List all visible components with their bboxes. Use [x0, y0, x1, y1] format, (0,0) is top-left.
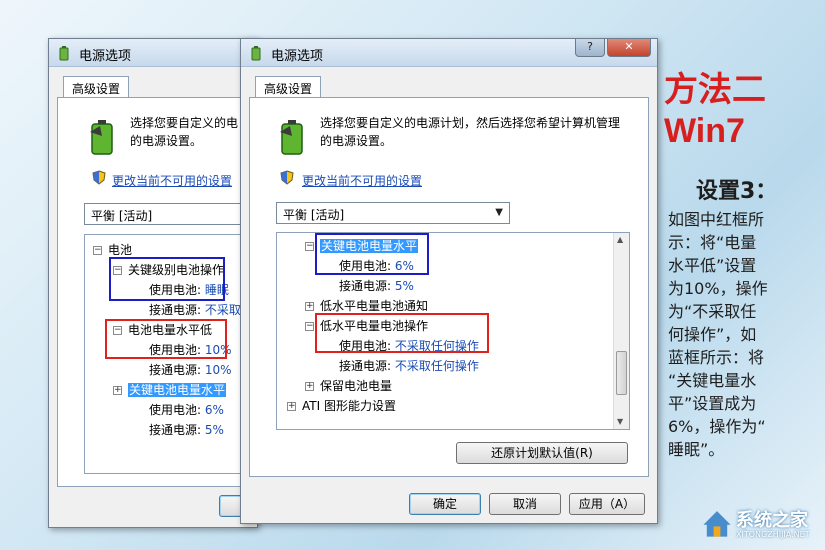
- instruction-line: 如图中红框所: [668, 210, 765, 229]
- tree-setting-plugged-in[interactable]: 接通电源: 5%: [339, 277, 414, 295]
- close-button[interactable]: ✕: [607, 39, 651, 57]
- tree-label: 电池: [108, 243, 133, 257]
- instruction-line: 平”设置成为: [668, 394, 757, 413]
- instruction-line: 何操作”，如: [668, 325, 757, 344]
- collapse-icon[interactable]: −: [93, 246, 102, 255]
- instruction-line: 示：将“电量: [668, 233, 757, 252]
- tree-setting-plugged-in[interactable]: 接通电源: 不采取: [149, 301, 241, 319]
- red-highlight-box: [315, 313, 489, 353]
- expand-icon[interactable]: +: [287, 402, 296, 411]
- front-tab-panel: 选择您要自定义的电源计划，然后选择您希望计算机管理 的电源设置。 更改当前不可用…: [249, 97, 649, 477]
- instruction-line: 为10%，操作: [668, 279, 768, 298]
- back-change-settings-link[interactable]: 更改当前不可用的设置: [112, 172, 232, 189]
- dropdown-arrow-icon[interactable]: ▼: [495, 207, 503, 218]
- expand-icon[interactable]: +: [305, 382, 314, 391]
- setting-label: 接通电源:: [149, 363, 202, 377]
- front-plan-select[interactable]: 平衡 [活动] ▼: [276, 202, 510, 224]
- step-title: 设置3：: [696, 179, 778, 204]
- tree-label: 保留电池电量: [320, 379, 393, 393]
- tree-setting-plugged-in[interactable]: 接通电源: 10%: [149, 361, 232, 379]
- setting-value[interactable]: 10%: [205, 363, 232, 377]
- tree-item-ati[interactable]: + ATI 图形能力设置: [287, 397, 396, 415]
- blue-highlight-box: [109, 257, 225, 301]
- tree-setting-plugged-in[interactable]: 接通电源: 5%: [149, 421, 224, 439]
- setting-value[interactable]: 不采取任何操作: [395, 359, 479, 373]
- setting-label: 接通电源:: [149, 423, 202, 437]
- restore-defaults-button[interactable]: 还原计划默认值(R): [456, 442, 628, 464]
- tree-label: ATI 图形能力设置: [302, 399, 396, 413]
- help-button[interactable]: ?: [575, 39, 605, 57]
- battery-icon: [280, 120, 303, 155]
- setting-value[interactable]: 5%: [205, 423, 224, 437]
- back-window-titlebar[interactable]: 电源选项: [49, 39, 257, 67]
- battery-plug-icon: [251, 46, 261, 61]
- setting-label: 使用电池:: [149, 403, 202, 417]
- front-tab-advanced[interactable]: 高级设置: [255, 76, 322, 98]
- blue-highlight-box: [315, 233, 429, 275]
- watermark-subtext: XITONGZHIJIA.NET: [736, 530, 810, 539]
- tree-setting-on-battery[interactable]: 使用电池: 6%: [149, 401, 224, 419]
- setting-label: 接通电源:: [339, 279, 392, 293]
- heading-win7: Win7: [664, 112, 745, 150]
- house-logo-icon: [703, 511, 731, 537]
- front-window-titlebar[interactable]: 电源选项 ? ✕: [241, 39, 657, 67]
- instruction-line: 为“不采取任: [668, 302, 757, 321]
- setting-value[interactable]: 5%: [395, 279, 414, 293]
- setting-value[interactable]: 6%: [205, 403, 224, 417]
- tree-vertical-scrollbar[interactable]: ▲ ▼: [613, 233, 629, 429]
- back-settings-tree[interactable]: − 电池 − 关键级别电池操作 使用电池: 睡眠 接通电源: 不采取 − 电池电量水平…: [84, 234, 264, 474]
- tree-label-selected: 关键电池电量水平: [128, 383, 227, 397]
- instruction-line: 水平低”设置: [668, 256, 757, 275]
- back-tab-advanced[interactable]: 高级设置: [63, 76, 130, 98]
- red-highlight-box: [105, 319, 227, 359]
- watermark-text: 系统之家: [736, 510, 808, 531]
- instruction-line: 蓝框所示：将: [668, 348, 765, 367]
- tree-item-critical-level[interactable]: + 关键电池电量水平: [113, 381, 227, 399]
- back-plan-select-value: 平衡 [活动]: [91, 209, 153, 223]
- expand-icon[interactable]: +: [305, 302, 314, 311]
- front-change-settings-link[interactable]: 更改当前不可用的设置: [302, 172, 422, 189]
- collapse-icon[interactable]: −: [305, 322, 314, 331]
- front-description-line1: 选择您要自定义的电源计划，然后选择您希望计算机管理: [320, 116, 621, 130]
- back-window-title: 电源选项: [79, 49, 132, 64]
- scroll-down-icon[interactable]: ▼: [617, 417, 623, 426]
- expand-icon[interactable]: +: [113, 386, 122, 395]
- back-description-line1: 选择您要自定义的电: [130, 116, 239, 130]
- instruction-line: 6%，操作为“: [668, 417, 766, 436]
- cancel-button[interactable]: 取消: [489, 493, 561, 515]
- heading-method-two: 方法二: [664, 70, 766, 110]
- step-instructions: 如图中红框所 示：将“电量 水平低”设置 为10%，操作 为“不采取任 何操作”…: [668, 208, 818, 461]
- battery-plug-icon: [59, 46, 69, 61]
- front-settings-tree[interactable]: − 关键电池电量水平 使用电池: 6% 接通电源: 5% + 低水平电量电池通知 −…: [276, 232, 630, 430]
- tree-item-reserve-level[interactable]: + 保留电池电量: [305, 377, 392, 395]
- front-description-line2: 的电源设置。: [320, 134, 393, 148]
- apply-button[interactable]: 应用（A）: [569, 493, 645, 515]
- scroll-up-icon[interactable]: ▲: [617, 235, 623, 244]
- tree-label: 低水平电量电池通知: [320, 299, 429, 313]
- front-power-options-window: 电源选项 ? ✕ 高级设置 选择您要自定义的电源计划，然后选择您希望计算机管理 …: [240, 38, 658, 524]
- back-description-line2: 的电源设置。: [130, 134, 203, 148]
- front-window-title: 电源选项: [271, 49, 324, 64]
- tree-setting-plugged-in[interactable]: 接通电源: 不采取任何操作: [339, 357, 479, 375]
- instruction-line: 睡眠”。: [668, 440, 725, 459]
- uac-shield-icon: [280, 170, 294, 185]
- watermark-logo: 系统之家 XITONGZHIJIA.NET: [700, 500, 820, 546]
- uac-shield-icon: [92, 170, 106, 185]
- front-plan-select-value: 平衡 [活动]: [283, 208, 345, 222]
- back-power-options-window: 电源选项 高级设置 选择您要自定义的电 的电源设置。 更改当前不可用的设置 平衡…: [48, 38, 264, 528]
- setting-value[interactable]: 不采取: [205, 303, 241, 317]
- collapse-icon[interactable]: −: [305, 242, 314, 251]
- back-tab-panel: 选择您要自定义的电 的电源设置。 更改当前不可用的设置 平衡 [活动] − 电池 …: [57, 97, 264, 487]
- back-plan-select[interactable]: 平衡 [活动]: [84, 203, 264, 225]
- instruction-line: “关键电量水: [668, 371, 757, 390]
- ok-button[interactable]: 确定: [409, 493, 481, 515]
- scrollbar-thumb[interactable]: [616, 351, 627, 395]
- setting-label: 接通电源:: [149, 303, 202, 317]
- battery-icon: [90, 120, 113, 155]
- setting-label: 接通电源:: [339, 359, 392, 373]
